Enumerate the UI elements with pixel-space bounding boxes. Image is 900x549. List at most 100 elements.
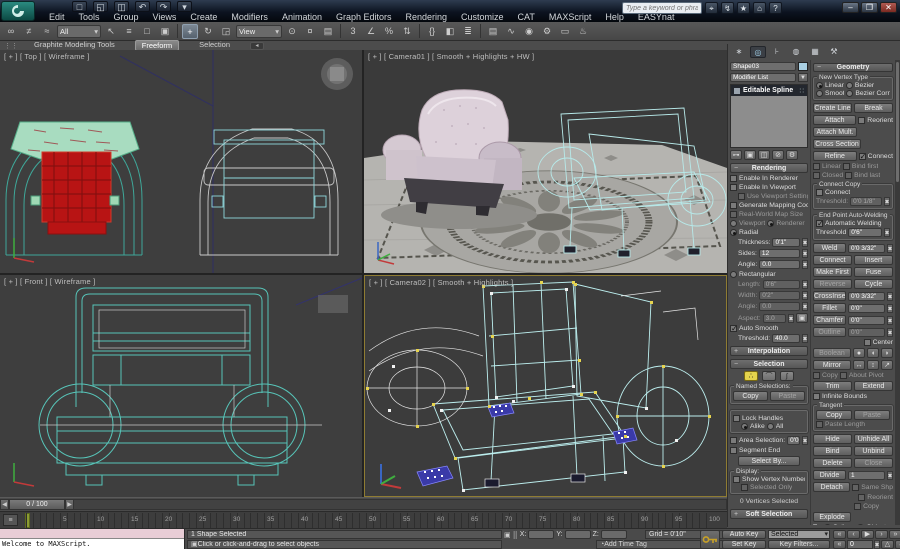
- smooth-threshold-spinner[interactable]: [802, 334, 808, 343]
- enable-in-renderer-checkbox[interactable]: [730, 175, 737, 182]
- rollout-geometry[interactable]: − Geometry: [813, 63, 893, 72]
- detach-button[interactable]: Detach: [813, 482, 851, 492]
- connect-copy-checkbox[interactable]: [816, 189, 823, 196]
- time-slider-next-icon[interactable]: ▶: [65, 499, 74, 510]
- stack-item-editable-spline[interactable]: Editable Spline ∷: [731, 85, 807, 96]
- viewport-front[interactable]: [ + ] [ Front ] [ Wireframe ]: [0, 275, 362, 497]
- menu-cat[interactable]: CAT: [511, 12, 542, 22]
- pan-icon[interactable]: ↔: [895, 540, 900, 549]
- same-shp-checkbox[interactable]: [852, 483, 860, 491]
- next-frame-icon[interactable]: ›: [875, 530, 888, 539]
- window-crossing-toggle-icon[interactable]: ▣: [157, 24, 173, 39]
- weld-value-field[interactable]: 0'0 3/32": [848, 243, 885, 253]
- minimize-button[interactable]: –: [842, 2, 859, 13]
- bind-first-checkbox[interactable]: [842, 163, 850, 170]
- home-icon[interactable]: ⌂: [753, 2, 766, 14]
- aspect-spinner[interactable]: [788, 313, 794, 323]
- mirror-button[interactable]: Mirror: [813, 360, 851, 370]
- graph-editors-icon[interactable]: ∿: [503, 24, 519, 39]
- viewport-top[interactable]: [ + ] [ Top ] [ Wireframe ]: [0, 50, 362, 273]
- help-icon[interactable]: ?: [769, 2, 782, 14]
- pin-stack-icon[interactable]: ⊶: [730, 150, 742, 160]
- rollout-rendering[interactable]: − Rendering: [730, 163, 808, 173]
- unbind-button[interactable]: Unbind: [854, 446, 893, 456]
- smooth-vertex-radio[interactable]: [816, 90, 823, 97]
- z-coordinate-field[interactable]: [600, 530, 627, 539]
- x-coordinate-field[interactable]: [528, 530, 555, 539]
- select-and-link-icon[interactable]: ∞: [3, 24, 19, 39]
- aspect-lock-icon[interactable]: ▣: [796, 313, 808, 323]
- menu-create[interactable]: Create: [183, 12, 224, 22]
- all-radio[interactable]: [766, 423, 774, 430]
- menu-group[interactable]: Group: [107, 12, 146, 22]
- object-color-swatch[interactable]: [798, 62, 808, 71]
- selection-filter-dropdown[interactable]: All ▾: [57, 24, 101, 38]
- tab-hierarchy-icon[interactable]: ⊦: [769, 46, 785, 58]
- length-field[interactable]: 0'6": [762, 280, 800, 289]
- absolute-offset-icon[interactable]: ⣿: [513, 531, 518, 539]
- menu-views[interactable]: Views: [146, 12, 184, 22]
- weld-threshold-field[interactable]: 0'6": [848, 228, 882, 237]
- outline-spinner[interactable]: [887, 327, 893, 337]
- menu-maxscript[interactable]: MAXScript: [542, 12, 599, 22]
- remove-modifier-icon[interactable]: ⊘: [772, 150, 784, 160]
- go-to-end-icon[interactable]: »: [889, 530, 900, 539]
- explode-button[interactable]: Explode: [813, 512, 851, 522]
- extend-button[interactable]: Extend: [854, 381, 893, 391]
- connect-copy-threshold-spinner[interactable]: [884, 197, 890, 206]
- cycle-button[interactable]: Cycle: [854, 279, 893, 289]
- rollout-selection[interactable]: − Selection: [730, 359, 808, 369]
- viewport-top-canvas[interactable]: [0, 50, 362, 273]
- tab-motion-icon[interactable]: ◍: [788, 46, 804, 58]
- angle2-spinner[interactable]: [802, 302, 808, 311]
- use-viewport-settings-checkbox[interactable]: [738, 193, 745, 200]
- select-and-move-icon[interactable]: +: [182, 23, 198, 39]
- bind-last-checkbox[interactable]: [845, 172, 853, 179]
- time-slider-handle[interactable]: 0 / 100: [9, 499, 65, 510]
- attach-mult-button[interactable]: Attach Mult.: [813, 127, 857, 137]
- cross-insert-button[interactable]: CrossInsert: [813, 291, 846, 301]
- viewport-front-canvas[interactable]: [0, 275, 362, 497]
- open-file-icon[interactable]: ◱: [93, 1, 108, 12]
- width-field[interactable]: 0'2": [759, 291, 800, 300]
- to-objects-radio[interactable]: [857, 524, 865, 525]
- cross-section-button[interactable]: Cross Section: [813, 139, 861, 149]
- weld-button[interactable]: Weld: [813, 243, 846, 253]
- fillet-spinner[interactable]: [887, 303, 893, 313]
- named-selection-paste-button[interactable]: Paste: [770, 391, 805, 401]
- lock-handles-checkbox[interactable]: [733, 415, 740, 422]
- modifier-list-arrow-icon[interactable]: ▼: [798, 73, 808, 82]
- delete-button[interactable]: Delete: [813, 458, 852, 468]
- renderer-radio[interactable]: [767, 220, 775, 227]
- automatic-welding-checkbox[interactable]: [816, 219, 824, 228]
- unlink-selection-icon[interactable]: ≠: [21, 24, 37, 39]
- detach-reorient-checkbox[interactable]: [858, 494, 866, 501]
- material-editor-icon[interactable]: ◉: [521, 24, 537, 39]
- modifier-stack[interactable]: Editable Spline ∷: [730, 84, 808, 148]
- save-file-icon[interactable]: ◫: [114, 1, 129, 12]
- vertex-subobject-icon[interactable]: ∴: [744, 371, 758, 381]
- frame-spinner[interactable]: [874, 540, 880, 549]
- select-and-manipulate-icon[interactable]: ¤: [302, 24, 318, 39]
- chamfer-field[interactable]: 0'0": [848, 315, 885, 325]
- select-by-button[interactable]: Select By...: [738, 456, 800, 466]
- break-button[interactable]: Break: [854, 103, 893, 113]
- viewport-camera02-active[interactable]: [ + ] [ Camera02 ] [ Smooth + Highlights…: [364, 275, 727, 497]
- reverse-button[interactable]: Reverse: [813, 279, 852, 289]
- align-icon[interactable]: ≣: [460, 24, 476, 39]
- viewport-camera01[interactable]: [ + ] [ Camera01 ] [ Smooth + Highlights…: [364, 50, 727, 273]
- tab-display-icon[interactable]: ▦: [807, 46, 823, 58]
- outline-button[interactable]: Outline: [813, 327, 846, 337]
- go-to-start-icon[interactable]: «: [833, 540, 846, 549]
- boolean-button[interactable]: Boolean: [813, 348, 851, 358]
- communication-center-icon[interactable]: ↯: [721, 2, 734, 14]
- time-slider-track[interactable]: [74, 499, 727, 510]
- redo-icon[interactable]: ↷: [156, 1, 171, 12]
- fillet-button[interactable]: Fillet: [813, 303, 846, 313]
- restore-button[interactable]: ❐: [861, 2, 878, 13]
- command-panel-scrollbar[interactable]: [895, 60, 900, 525]
- spline-subobject-icon[interactable]: ∫: [780, 371, 794, 381]
- object-name-field[interactable]: Shape03: [730, 62, 796, 71]
- toolbar-options-icon[interactable]: ▾: [177, 1, 192, 12]
- tangent-copy-button[interactable]: Copy: [816, 410, 852, 420]
